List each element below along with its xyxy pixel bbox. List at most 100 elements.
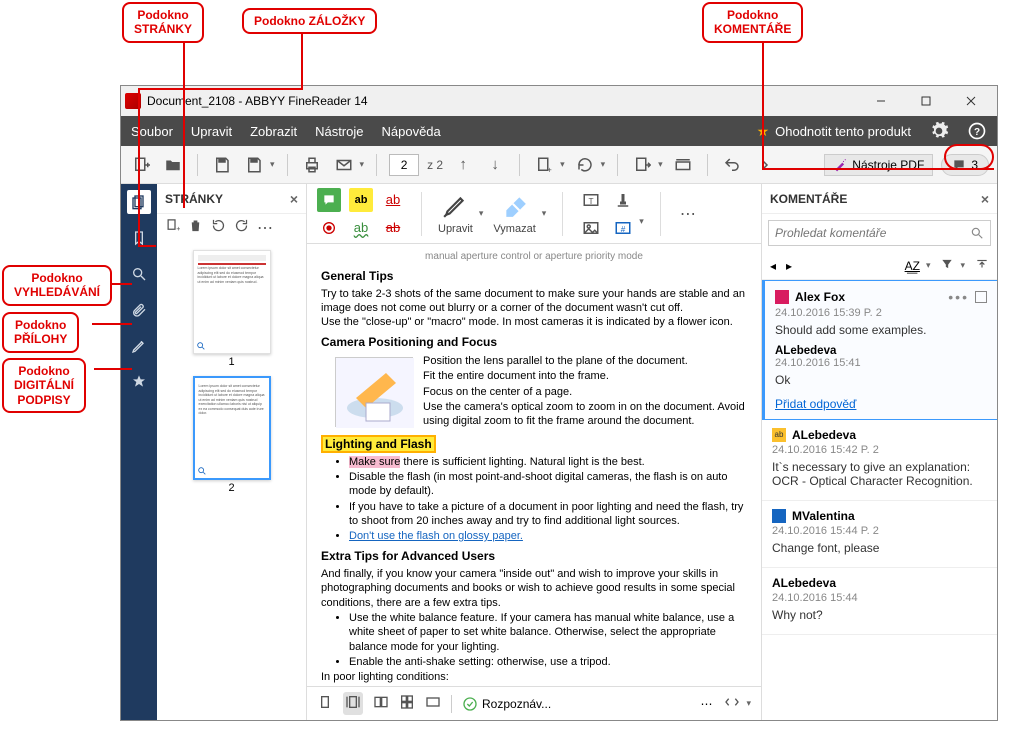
note-icon[interactable] [317,188,341,212]
comment-meta: 24.10.2016 15:44 P. 2 [772,525,987,537]
page-thumbnail[interactable]: Lorem ipsum dolor sit amet consectetur a… [193,376,271,494]
email-icon[interactable] [332,153,356,177]
scan-icon[interactable] [671,153,695,177]
edit-tool[interactable]: Upravit [438,193,473,235]
link-icon[interactable]: # [611,216,635,240]
rail-favorites-icon[interactable] [127,370,151,394]
checkbox[interactable] [975,291,987,303]
chevron-down-icon[interactable]: ▾ [601,159,606,170]
strikeout-icon[interactable]: ab [381,216,405,240]
two-page-icon[interactable] [373,694,389,713]
collapse-icon[interactable] [975,257,989,274]
comment-search[interactable] [768,220,991,246]
window-title: Document_2108 - ABBYY FineReader 14 [147,94,858,108]
comment-item[interactable]: ab ALebedeva 24.10.2016 15:42 P. 2 It`s … [762,420,997,501]
stamp-icon[interactable] [611,188,635,212]
rail-attachments-icon[interactable] [127,298,151,322]
save-as-icon[interactable] [242,153,266,177]
page-thumbnail[interactable]: Lorem ipsum dolor sit amet consectetur a… [193,250,271,368]
comment-count-button[interactable]: 3 [941,154,989,176]
comment-item[interactable]: MValentina 24.10.2016 15:44 P. 2 Change … [762,501,997,568]
expand-icon[interactable] [724,694,740,713]
delete-icon[interactable] [188,218,203,238]
app-window: Document_2108 - ABBYY FineReader 14 Soub… [120,85,998,721]
underline-icon[interactable]: ab [381,188,405,212]
sort-button[interactable]: A͟Z [905,259,920,273]
erase-tool[interactable]: Vymazat [493,193,535,235]
fit-width-icon[interactable] [343,692,363,715]
chevron-down-icon[interactable]: ▾ [658,159,663,170]
pdf-tools-button[interactable]: Nástroje PDF [824,154,933,176]
rate-product[interactable]: ★ Ohodnotit tento produkt [757,123,911,140]
close-icon[interactable]: × [290,191,298,207]
print-icon[interactable] [300,153,324,177]
rotate-right-icon[interactable] [234,218,249,238]
callout-line [762,38,764,168]
callout-line [183,38,185,208]
help-button[interactable]: ? [967,121,987,141]
menu-view[interactable]: Zobrazit [250,124,297,139]
comment-body: Should add some examples. [775,323,987,337]
chevron-down-icon[interactable]: ▾ [542,208,547,219]
close-icon[interactable]: × [981,191,989,207]
add-page-icon[interactable]: + [165,218,180,238]
comment-item[interactable]: Alex Fox ••• 24.10.2016 15:39 P. 2 Shoul… [762,280,997,420]
undo-icon[interactable] [720,153,744,177]
comments-pane: KOMENTÁŘE × ◂ ▸ A͟Z▾ ▾ [761,184,997,720]
new-document-icon[interactable] [129,153,153,177]
rail-signatures-icon[interactable] [127,334,151,358]
menu-edit[interactable]: Upravit [191,124,232,139]
more-icon[interactable]: ⋯ [700,697,714,711]
continuous-icon[interactable] [399,694,415,713]
menu-help[interactable]: Nápověda [382,124,441,139]
comment-author: MValentina [792,509,855,523]
document-view[interactable]: manual aperture control or aperture prio… [307,244,761,686]
page-number-input[interactable] [389,154,419,176]
next-comment-icon[interactable]: ▸ [786,259,792,273]
search-input[interactable] [775,226,970,240]
more-icon[interactable]: ••• [948,289,969,305]
page-down-icon[interactable]: ↓ [483,153,507,177]
rotate-left-icon[interactable] [211,218,226,238]
maximize-button[interactable] [903,86,948,116]
highlight-yellow-icon[interactable]: ab [349,188,373,212]
open-folder-icon[interactable] [161,153,185,177]
export-icon[interactable] [630,153,654,177]
chevron-down-icon[interactable]: ▾ [479,208,484,219]
filter-icon[interactable] [940,257,954,274]
squiggly-icon[interactable]: ab [349,216,373,240]
chevron-down-icon[interactable]: ▾ [746,698,751,709]
search-icon [970,226,984,240]
image-icon[interactable] [579,216,603,240]
close-button[interactable] [948,86,993,116]
add-reply-link[interactable]: Přidat odpověď [775,397,856,411]
minimize-button[interactable] [858,86,903,116]
save-icon[interactable] [210,153,234,177]
single-page-icon[interactable] [317,694,333,713]
page-number: 2 [193,482,271,494]
page-total-label: z 2 [427,158,443,172]
textbox-icon[interactable]: T [579,188,603,212]
check-circle-icon [462,696,478,712]
menu-tools[interactable]: Nástroje [315,124,363,139]
overflow-icon[interactable]: ⋯ [677,202,701,226]
page-up-icon[interactable]: ↑ [451,153,475,177]
fullscreen-icon[interactable] [425,694,441,713]
doc-text: Don't use the flash on glossy paper. [349,529,747,543]
chevron-down-icon[interactable]: ▾ [360,159,365,170]
comment-meta: 24.10.2016 15:39 P. 2 [775,307,987,319]
callout-pages: Podokno STRÁNKY [122,2,204,43]
recognize-status[interactable]: Rozpoznáv... [462,696,551,712]
comment-item[interactable]: ALebedeva 24.10.2016 15:44 Why not? [762,568,997,635]
stamp-red-icon[interactable] [317,216,341,240]
chevron-down-icon[interactable]: ▾ [639,216,644,240]
chevron-down-icon[interactable]: ▾ [560,159,565,170]
comment-body: Change font, please [772,541,987,555]
add-page-icon[interactable]: + [532,153,556,177]
prev-comment-icon[interactable]: ◂ [770,259,776,273]
rotate-icon[interactable] [573,153,597,177]
settings-button[interactable] [929,121,949,141]
chevron-down-icon[interactable]: ▾ [270,159,275,170]
status-icon [197,466,207,476]
more-icon[interactable]: ⋯ [257,218,275,238]
